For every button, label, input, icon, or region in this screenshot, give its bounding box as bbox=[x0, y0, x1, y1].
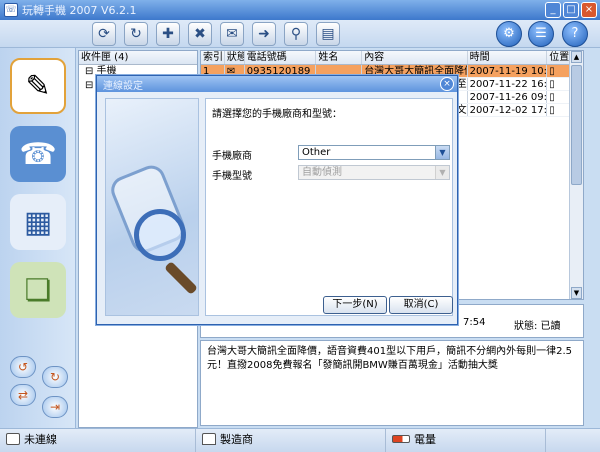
toolbar: ⟳ ↻ ✚ ✖ ✉ ➜ ⚲ ▤ ⚙ ☰ ? bbox=[0, 20, 600, 48]
message-content: 台灣大哥大簡訊全面降價，語音資費401型以下用戶，簡訊不分網內外每則一律2.5元… bbox=[200, 340, 584, 426]
list-icon[interactable]: ☰ bbox=[528, 21, 554, 47]
dialog-close-button[interactable]: × bbox=[440, 77, 454, 91]
column-phone[interactable]: 電話號碼 bbox=[245, 51, 317, 64]
new-message-icon[interactable]: ✚ bbox=[156, 22, 180, 46]
row-time: 2007-11-26 09:45 bbox=[469, 91, 548, 103]
scroll-thumb[interactable] bbox=[571, 65, 582, 185]
manufacturer-label: 手機廠商 bbox=[212, 151, 252, 162]
message-time: 7:54 bbox=[463, 317, 486, 328]
battery-icon bbox=[392, 435, 410, 443]
sms-icon[interactable]: ✎ bbox=[10, 58, 66, 114]
backup-icon[interactable]: ↺ bbox=[10, 356, 36, 378]
status-bar: 未連線 製造商 電量 bbox=[0, 428, 600, 452]
computer-icon bbox=[6, 433, 20, 445]
column-content[interactable]: 內容 bbox=[362, 51, 468, 64]
manufacturer-select[interactable]: Other ▼ bbox=[298, 145, 450, 160]
magnifier-icon bbox=[134, 209, 186, 261]
manufacturer-status: 製造商 bbox=[196, 429, 386, 452]
battery-text: 電量 bbox=[414, 433, 436, 446]
next-button[interactable]: 下一步(N) bbox=[323, 296, 387, 314]
column-name[interactable]: 姓名 bbox=[316, 51, 363, 64]
column-index[interactable]: 索引 bbox=[201, 51, 225, 64]
manufacturer-value: Other bbox=[302, 147, 331, 158]
app-icon: ☏ bbox=[4, 3, 18, 17]
send-icon[interactable]: ➜ bbox=[252, 22, 276, 46]
dialog-prompt: 請選擇您的手機廠商和型號： bbox=[212, 109, 342, 120]
maximize-button[interactable]: □ bbox=[563, 2, 579, 18]
refresh-icon[interactable]: ↻ bbox=[124, 22, 148, 46]
column-status[interactable]: 狀態 bbox=[225, 51, 245, 64]
cancel-button[interactable]: 取消(C) bbox=[389, 296, 453, 314]
window-title: 玩轉手機 2007 V6.2.1 bbox=[22, 4, 137, 17]
sync-icon[interactable]: ⟳ bbox=[92, 22, 116, 46]
manufacturer-text: 製造商 bbox=[220, 433, 253, 446]
connection-settings-dialog: 連線設定 × 請選擇您的手機廠商和型號： 手機廠商 Other ▼ 手機型號 自… bbox=[96, 75, 458, 325]
window-controls: _ □ × bbox=[545, 2, 597, 18]
help-icon[interactable]: ? bbox=[562, 21, 588, 47]
table-header: 索引 狀態 電話號碼 姓名 內容 時間 位置 bbox=[201, 51, 583, 65]
minimize-button[interactable]: _ bbox=[545, 2, 561, 18]
transfer-icon[interactable]: ⇄ bbox=[10, 384, 36, 406]
connection-text: 未連線 bbox=[24, 433, 57, 446]
print-icon[interactable]: ▤ bbox=[316, 22, 340, 46]
row-time: 2007-11-22 16:17 bbox=[469, 78, 548, 90]
close-button[interactable]: × bbox=[581, 2, 597, 18]
column-time[interactable]: 時間 bbox=[468, 51, 548, 64]
battery-status: 電量 bbox=[386, 429, 546, 452]
message-status: 狀態: 已讀 bbox=[514, 321, 561, 332]
tree-header: 收件匣 (4) bbox=[79, 51, 197, 65]
title-bar: ☏ 玩轉手機 2007 V6.2.1 _ □ × bbox=[0, 0, 600, 20]
dialog-title: 連線設定 bbox=[103, 80, 143, 92]
calendar-icon[interactable]: ▦ bbox=[10, 194, 66, 250]
model-select: 自動偵測 ▼ bbox=[298, 165, 450, 180]
home-icon bbox=[202, 433, 216, 445]
phonebook-icon[interactable]: ☎ bbox=[10, 126, 66, 182]
delete-icon[interactable]: ✖ bbox=[188, 22, 212, 46]
row-time: 2007-12-02 17:06 bbox=[469, 104, 548, 116]
magnifier-handle bbox=[164, 261, 198, 295]
model-label: 手機型號 bbox=[212, 171, 252, 182]
row-time: 2007-11-19 10:57 bbox=[469, 65, 548, 77]
left-navigation: ✎ ☎ ▦ ❏ ↺ ↻ ⇄ ⇥ bbox=[0, 48, 76, 428]
phone-magnifier-illustration bbox=[105, 98, 199, 316]
dialog-body: 請選擇您的手機廠商和型號： 手機廠商 Other ▼ 手機型號 自動偵測 ▼ bbox=[205, 98, 453, 316]
export-icon[interactable]: ⇥ bbox=[42, 396, 68, 418]
chevron-down-icon: ▼ bbox=[435, 166, 449, 179]
model-value: 自動偵測 bbox=[302, 167, 342, 178]
folder-icon[interactable]: ❏ bbox=[10, 262, 66, 318]
dialog-title-bar[interactable]: 連線設定 × bbox=[97, 76, 457, 92]
scroll-up-icon[interactable]: ▲ bbox=[571, 51, 582, 63]
forward-icon[interactable]: ✉ bbox=[220, 22, 244, 46]
vertical-scrollbar[interactable]: ▲ ▼ bbox=[569, 51, 583, 299]
restore-icon[interactable]: ↻ bbox=[42, 366, 68, 388]
scroll-down-icon[interactable]: ▼ bbox=[571, 287, 582, 299]
settings-icon[interactable]: ⚙ bbox=[496, 21, 522, 47]
chevron-down-icon[interactable]: ▼ bbox=[435, 146, 449, 159]
search-icon[interactable]: ⚲ bbox=[284, 22, 308, 46]
connection-status: 未連線 bbox=[0, 429, 196, 452]
